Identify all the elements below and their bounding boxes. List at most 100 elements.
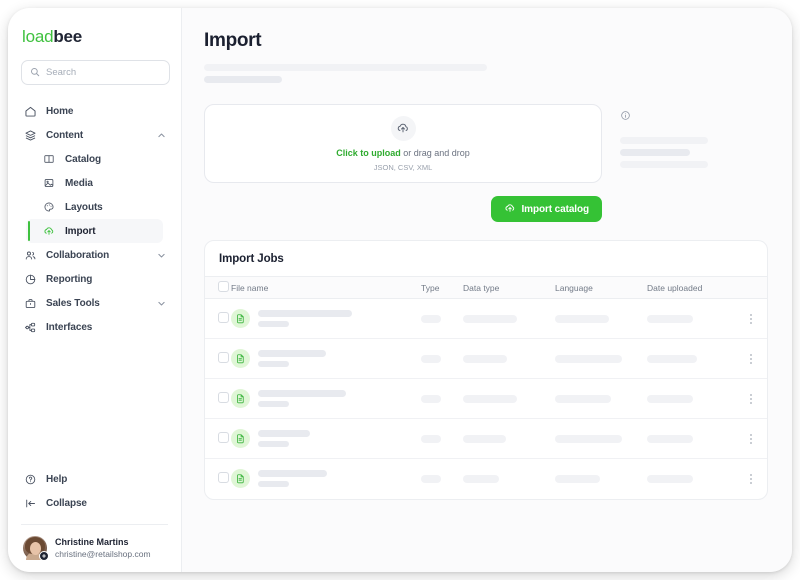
- sidebar-item-layouts[interactable]: Layouts: [26, 195, 163, 219]
- sidebar-item-import[interactable]: Import: [26, 219, 163, 243]
- file-name-cell: [231, 459, 421, 499]
- file-text-icon: [231, 389, 250, 408]
- upload-link-label[interactable]: Click to upload: [336, 148, 401, 158]
- sidebar-subitem-label: Import: [65, 225, 96, 237]
- table-body: [205, 298, 767, 499]
- sidebar-item-catalog[interactable]: Catalog: [26, 147, 163, 171]
- date-uploaded-cell: [647, 378, 745, 419]
- file-text-icon: [231, 429, 250, 448]
- date-skeleton: [647, 354, 697, 363]
- info-skeleton-line-1: [620, 137, 708, 144]
- import-catalog-button-label: Import catalog: [521, 203, 590, 215]
- table-header: File name Type Data type Language Date u…: [205, 276, 767, 299]
- column-header-date-uploaded[interactable]: Date uploaded: [647, 276, 745, 299]
- row-select-cell: [205, 338, 231, 379]
- file-name-skeleton: [258, 390, 346, 397]
- user-info: Christine Martins christine@retailshop.c…: [55, 536, 151, 560]
- help-circle-icon: [23, 472, 37, 486]
- table-row[interactable]: [205, 378, 767, 419]
- sidebar-item-interfaces[interactable]: Interfaces: [17, 315, 172, 339]
- sidebar-item-media[interactable]: Media: [26, 171, 163, 195]
- sidebar-item-content[interactable]: Content: [17, 123, 172, 147]
- chevron-down-icon[interactable]: [157, 251, 166, 260]
- type-skeleton: [421, 474, 441, 483]
- user-profile[interactable]: Christine Martins christine@retailshop.c…: [8, 525, 181, 572]
- search-container: [8, 57, 181, 94]
- info-circle-icon[interactable]: [620, 108, 768, 126]
- import-jobs-title: Import Jobs: [219, 253, 284, 265]
- logo-text-primary: load: [22, 27, 54, 46]
- column-header-language[interactable]: Language: [555, 276, 647, 299]
- import-catalog-button[interactable]: Import catalog: [490, 196, 602, 222]
- sidebar-item-help[interactable]: Help: [17, 467, 172, 491]
- date-skeleton: [647, 314, 693, 323]
- kebab-menu-icon[interactable]: [745, 472, 757, 486]
- type-skeleton: [421, 434, 441, 443]
- file-name-skeleton: [258, 350, 326, 357]
- date-uploaded-cell: [647, 459, 745, 499]
- nodes-icon: [23, 320, 37, 334]
- file-name-cell: [231, 378, 421, 419]
- kebab-menu-icon[interactable]: [745, 312, 757, 326]
- date-skeleton: [647, 474, 693, 483]
- upload-instruction: Click to upload or drag and drop: [336, 148, 470, 158]
- column-header-actions: [745, 276, 767, 299]
- sidebar-item-sales-tools[interactable]: Sales Tools: [17, 291, 172, 315]
- file-meta-skeleton: [258, 321, 289, 327]
- import-jobs-table: File name Type Data type Language Date u…: [205, 276, 767, 499]
- column-header-file-name[interactable]: File name: [231, 276, 421, 299]
- upload-rest-label: or drag and drop: [400, 147, 470, 158]
- palette-icon: [42, 200, 56, 214]
- column-header-data-type[interactable]: Data type: [463, 276, 555, 299]
- sidebar-item-reporting[interactable]: Reporting: [17, 267, 172, 291]
- sidebar-item-collapse[interactable]: Collapse: [17, 491, 172, 515]
- language-skeleton: [555, 354, 622, 363]
- import-jobs-card: Import Jobs File name Type Data type Lan…: [204, 240, 768, 500]
- kebab-menu-icon[interactable]: [745, 352, 757, 366]
- sidebar-item-collaboration[interactable]: Collaboration: [17, 243, 172, 267]
- table-row[interactable]: [205, 418, 767, 459]
- upload-formats: JSON, CSV, XML: [373, 162, 433, 172]
- file-meta-skeleton: [258, 441, 289, 447]
- kebab-menu-icon[interactable]: [745, 392, 757, 406]
- home-icon: [23, 104, 37, 118]
- file-text-icon: [231, 309, 250, 328]
- file-text-icon: [231, 469, 250, 489]
- row-select-cell: [205, 459, 231, 499]
- row-checkbox[interactable]: [218, 391, 229, 403]
- row-checkbox[interactable]: [218, 351, 229, 363]
- row-select-cell: [205, 378, 231, 419]
- table-row[interactable]: [205, 338, 767, 379]
- row-checkbox[interactable]: [218, 431, 229, 443]
- row-checkbox[interactable]: [218, 471, 229, 483]
- data-type-cell: [463, 418, 555, 459]
- language-skeleton: [555, 434, 622, 443]
- sidebar-item-label: Sales Tools: [46, 297, 100, 309]
- chevron-down-icon[interactable]: [157, 299, 166, 308]
- column-header-type[interactable]: Type: [421, 276, 463, 299]
- cloud-upload-icon: [390, 115, 416, 141]
- sidebar-item-home[interactable]: Home: [17, 99, 172, 123]
- gear-icon[interactable]: [39, 551, 49, 561]
- chevron-up-icon[interactable]: [157, 131, 166, 140]
- search-input[interactable]: [46, 67, 161, 78]
- search-box[interactable]: [21, 60, 170, 85]
- kebab-menu-icon[interactable]: [745, 432, 757, 446]
- select-all-checkbox[interactable]: [218, 281, 229, 292]
- row-checkbox[interactable]: [218, 311, 229, 323]
- app-logo[interactable]: loadbee: [8, 8, 181, 57]
- briefcase-icon: [23, 296, 37, 310]
- table-row[interactable]: [205, 298, 767, 339]
- language-cell: [555, 338, 647, 379]
- upload-dropzone[interactable]: Click to upload or drag and drop JSON, C…: [204, 104, 602, 183]
- sidebar: loadbee Home: [8, 8, 182, 572]
- type-skeleton: [421, 314, 441, 323]
- file-name-cell: [231, 338, 421, 379]
- date-uploaded-cell: [647, 418, 745, 459]
- language-cell: [555, 418, 647, 459]
- sidebar-item-label: Home: [46, 105, 74, 117]
- table-row[interactable]: [205, 459, 767, 499]
- type-cell: [421, 418, 463, 459]
- date-skeleton: [647, 434, 693, 443]
- book-icon: [42, 152, 56, 166]
